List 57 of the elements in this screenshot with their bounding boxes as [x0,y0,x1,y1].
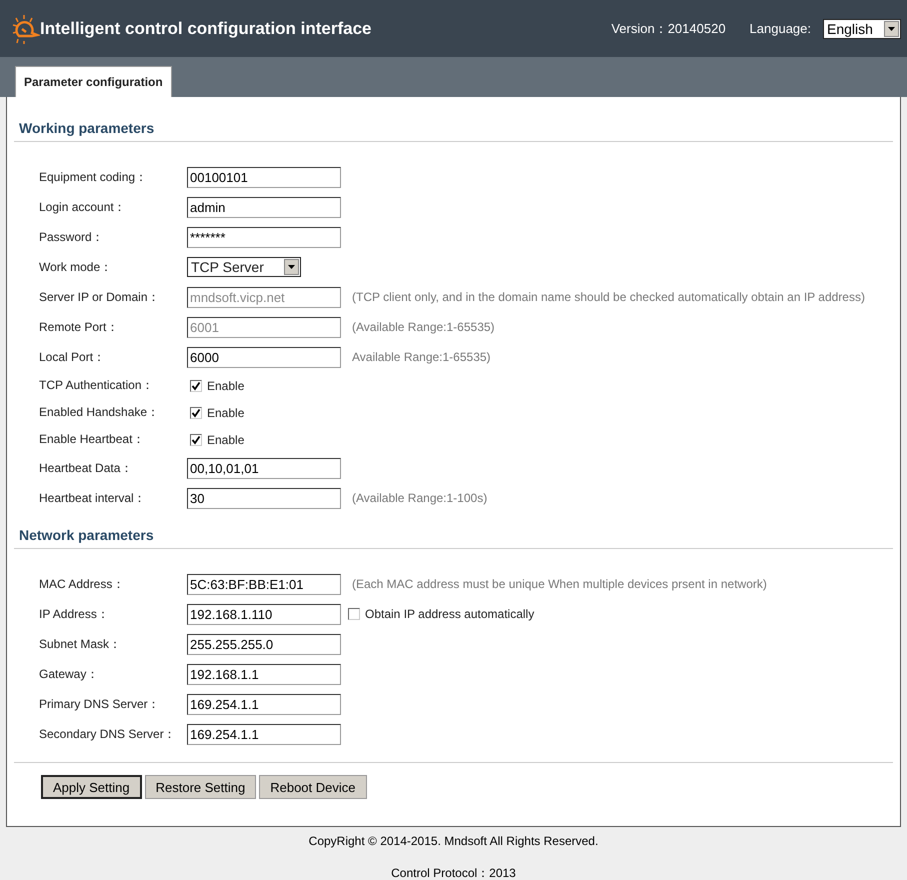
field-label: Work mode： [39,258,114,276]
input-field[interactable]: 30 [187,488,341,508]
field-label: MAC Address： [39,576,126,592]
input-field[interactable]: 169.254.1.1 [187,694,341,714]
field-label: Subnet Mask： [39,636,122,652]
action-button[interactable]: Apply Setting [41,775,142,799]
app-title: Intelligent control configuration interface [40,18,373,38]
input-field[interactable]: 192.168.1.1 [187,664,341,684]
input-field[interactable]: 00,10,01,01 [187,458,341,478]
field-label: Equipment coding： [39,168,148,186]
field-label: TCP Authentication： [39,377,155,394]
checkbox-label: Obtain IP address automatically [365,607,534,621]
logo-icon [10,12,40,44]
hint-text: (Each MAC address must be unique When multiple devices prsent in network) [352,577,767,591]
section-title: Network parameters [14,527,893,549]
language-select[interactable]: English [823,18,901,38]
work-mode-select[interactable]: TCP Server [187,257,301,277]
protocol-text: Control Protocol：2013 [391,865,516,880]
field-label: Gateway： [39,666,100,682]
input-field[interactable]: 6000 [187,346,341,368]
language-label: Language: [750,21,811,36]
copyright-text: CopyRight © 2014-2015. Mndsoft All Rights Reserved. [308,834,598,848]
checkbox-label: Enable [207,432,244,446]
input-field[interactable]: 5C:63:BF:BB:E1:01 [187,574,341,594]
checkbox[interactable] [190,380,202,392]
input-field[interactable]: ******* [187,226,341,248]
field-label: Password： [39,228,105,246]
action-button[interactable]: Reboot Device [259,775,366,799]
field-label: Local Port： [39,348,106,366]
field-label: Enable Heartbeat： [39,431,146,448]
checkbox[interactable] [190,406,202,418]
hint-text: (Available Range:1-65535) [352,320,495,334]
checkbox[interactable] [348,608,360,620]
hint-text: (Available Range:1-100s) [352,491,488,505]
hint-text: (TCP client only, and in the domain name should be checked automatically obtain an IP address) [352,290,865,304]
input-field[interactable]: admin [187,196,341,218]
field-label: Secondary DNS Server： [39,726,177,742]
checkbox-label: Enable [207,406,244,420]
checkbox[interactable] [190,434,202,446]
input-field[interactable]: 192.168.1.110 [187,604,341,624]
action-button[interactable]: Restore Setting [144,775,256,799]
input-field[interactable]: 169.254.1.1 [187,724,341,744]
tab[interactable]: Parameter configuration [15,66,172,97]
field-label: Server IP or Domain： [39,288,160,306]
input-field[interactable]: 00100101 [187,166,341,188]
field-label: Heartbeat Data： [39,460,134,476]
field-label: Remote Port： [39,318,120,336]
version-text: Version：20140520 [611,20,726,38]
section-title: Working parameters [14,120,893,142]
input-field[interactable]: 255.255.255.0 [187,634,341,654]
field-label: Heartbeat interval： [39,490,147,506]
field-label: Primary DNS Server： [39,696,161,712]
field-label: Login account： [39,198,127,216]
field-label: Enabled Handshake： [39,404,160,421]
hint-text: Available Range:1-65535) [352,350,491,364]
checkbox-label: Enable [207,378,244,392]
field-label: IP Address： [39,606,110,622]
